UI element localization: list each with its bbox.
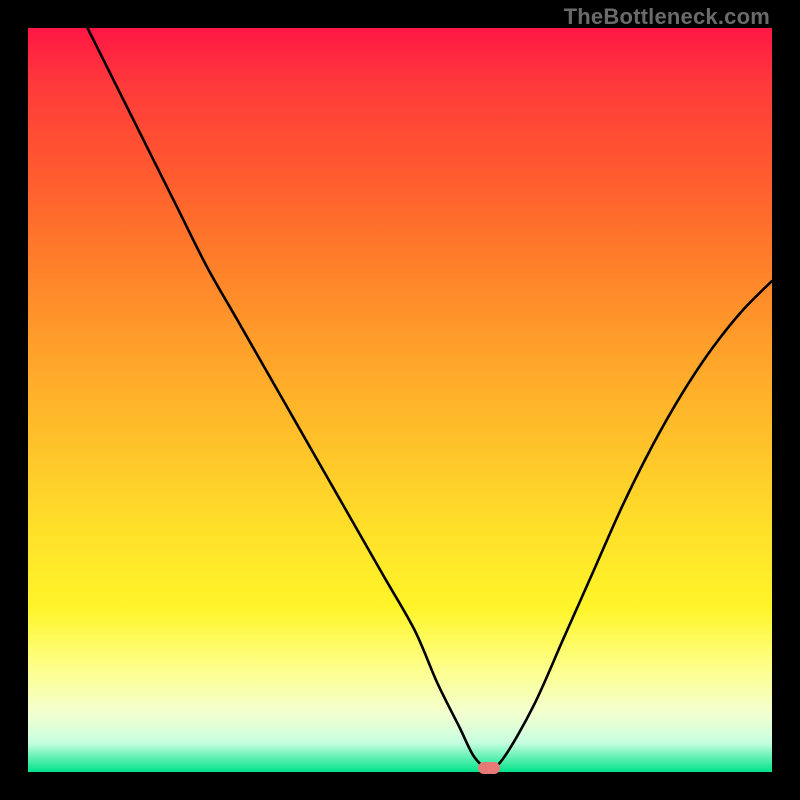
min-marker <box>478 762 500 774</box>
curve-layer <box>28 28 772 772</box>
watermark-text: TheBottleneck.com <box>564 4 770 30</box>
chart-frame: TheBottleneck.com <box>0 0 800 800</box>
bottleneck-curve <box>88 28 772 768</box>
